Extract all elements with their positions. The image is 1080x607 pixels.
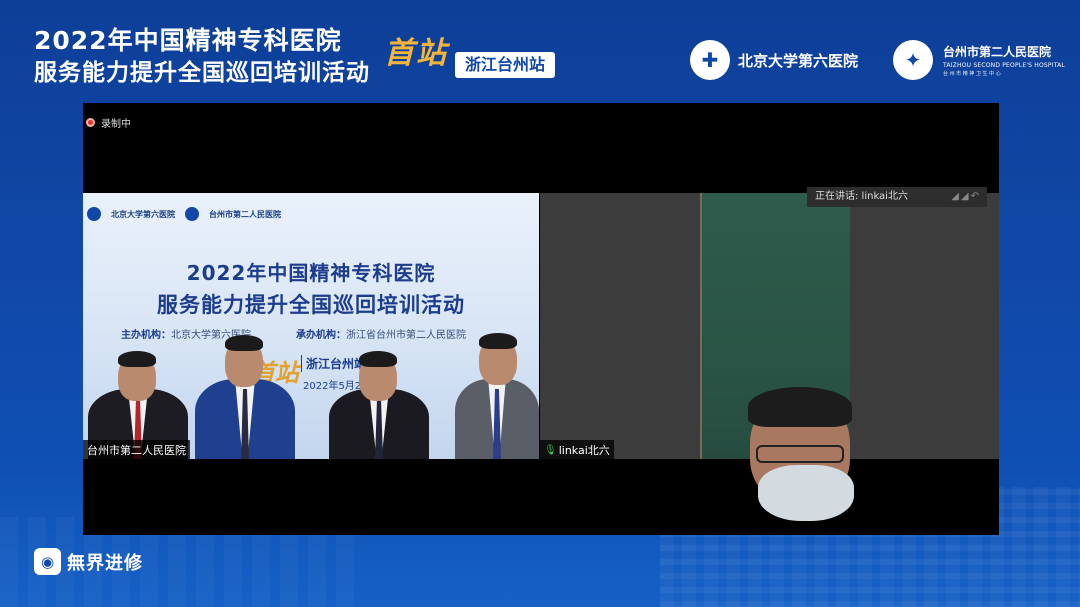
logo2-cn: 台州市第二人民医院 <box>943 45 1052 59</box>
taizhou-hospital-logo: ✦ 台州市第二人民医院 TAIZHOU SECOND PEOPLE'S HOSP… <box>893 40 1065 80</box>
event-title: 2022年中国精神专科医院 服务能力提升全国巡回培训活动 <box>34 26 370 88</box>
person-2 <box>195 333 295 459</box>
brand-name: 無界进修 <box>67 552 143 574</box>
organizer-label: 承办机构： <box>296 330 346 341</box>
recording-dot-icon <box>86 118 95 127</box>
organizer-org: 承办机构：浙江省台州市第二人民医院 <box>296 326 466 341</box>
organizer-value: 浙江省台州市第二人民医院 <box>346 330 466 341</box>
participant-label-taizhou: 台州市第二人民医院 <box>83 440 190 460</box>
wujie-brand-logo: ◉ 無界进修 <box>34 548 143 575</box>
tile-logo2-text: 台州市第二人民医院 <box>209 209 281 219</box>
first-stop-label: 首站 <box>384 36 448 71</box>
wujie-logo-icon: ◉ <box>34 548 61 575</box>
host-label: 主办机构： <box>121 330 171 341</box>
taizhou-mini-logo-icon <box>185 207 199 221</box>
taizhou-hospital-emblem-icon: ✦ <box>893 40 933 80</box>
person-4 <box>455 333 539 459</box>
signal-icon: ◢◢↶ <box>951 191 981 202</box>
logo2-sub: 台 州 市 精 神 卫 生 中 心 <box>943 71 1001 77</box>
video-tile-taizhou[interactable]: 北京大学第六医院 台州市第二人民医院 2022年中国精神专科医院 服务能力提升全… <box>83 193 539 459</box>
participant-label-linkai: 🎙 linkai北六 <box>540 440 614 460</box>
tile-title-line1: 2022年中国精神专科医院 <box>186 261 436 285</box>
logo2-text: 台州市第二人民医院 TAIZHOU SECOND PEOPLE'S HOSPIT… <box>943 43 1065 77</box>
active-speaker-label: 正在讲话: linkai北六 <box>815 191 908 202</box>
microphone-icon: 🎙 <box>544 444 557 456</box>
station-badge: 浙江台州站 <box>455 52 555 78</box>
person-3 <box>329 343 429 459</box>
tile-logos: 北京大学第六医院 台州市第二人民医院 <box>87 207 281 221</box>
recording-label: 录制中 <box>101 119 131 130</box>
pku-mini-logo-icon <box>87 207 101 221</box>
logo2-en: TAIZHOU SECOND PEOPLE'S HOSPITAL <box>943 62 1065 69</box>
video-meeting-window: 录制中 北京大学第六医院 台州市第二人民医院 2022年中国精神专科医院 服务能… <box>83 103 999 535</box>
active-speaker-bar: 正在讲话: linkai北六 ◢◢↶ <box>807 187 987 207</box>
tile-logo1-text: 北京大学第六医院 <box>111 209 175 219</box>
event-title-line1: 2022年中国精神专科医院 <box>34 26 342 55</box>
recording-indicator: 录制中 <box>86 115 131 130</box>
logo1-text: 北京大学第六医院 <box>738 51 859 70</box>
tile-title-line2: 服务能力提升全国巡回培训活动 <box>157 293 465 317</box>
pku-sixth-hospital-logo: ✚ 北京大学第六医院 <box>690 40 858 80</box>
video-tile-linkai[interactable] <box>540 193 999 521</box>
participant-name-linkai: linkai北六 <box>558 444 610 457</box>
event-title-line2: 服务能力提升全国巡回培训活动 <box>34 60 370 86</box>
pku-hospital-emblem-icon: ✚ <box>690 40 730 80</box>
